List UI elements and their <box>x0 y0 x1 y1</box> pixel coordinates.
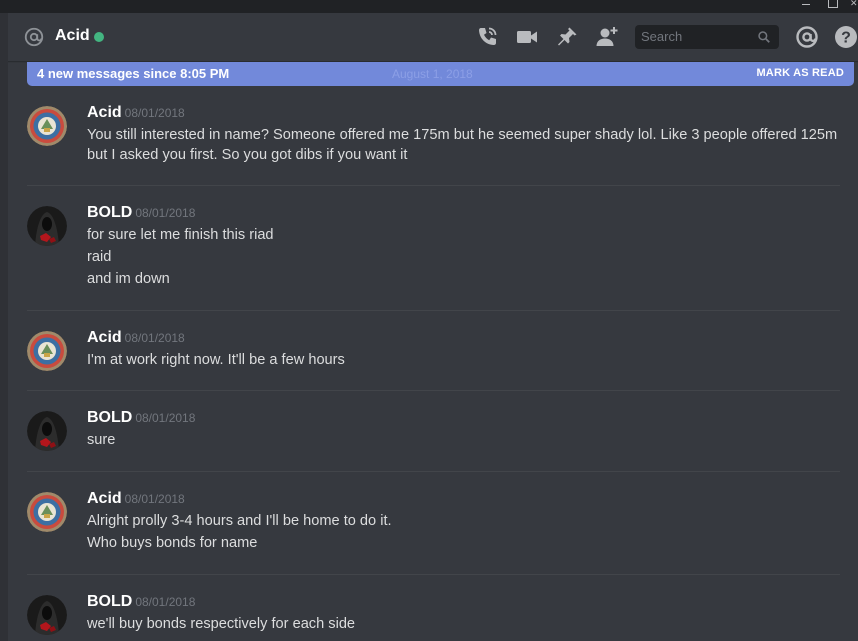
message-divider <box>27 471 840 472</box>
pin-icon[interactable] <box>555 25 579 49</box>
message-text: Alright prolly 3-4 hours and I'll be hom… <box>87 513 392 529</box>
message-timestamp: 08/01/2018 <box>135 411 196 425</box>
message-timestamp: 08/01/2018 <box>124 106 185 120</box>
new-messages-text: 4 new messages since 8:05 PM <box>37 66 230 81</box>
message-divider <box>27 574 840 575</box>
help-icon[interactable]: ? <box>834 25 858 49</box>
message-author[interactable]: BOLD 08/01/2018 <box>87 593 195 611</box>
search-icon <box>758 31 770 43</box>
add-friend-icon[interactable] <box>595 25 619 49</box>
author-name[interactable]: BOLD <box>87 409 132 426</box>
author-name[interactable]: Acid <box>87 490 122 507</box>
message-text: but I asked you first. So you got dibs i… <box>87 147 408 163</box>
acid-avatar[interactable] <box>27 492 67 532</box>
message-author[interactable]: Acid 08/01/2018 <box>87 104 185 122</box>
message-divider <box>27 185 840 186</box>
message-timestamp: 08/01/2018 <box>124 331 185 345</box>
search-input[interactable]: Search <box>635 25 779 49</box>
channel-sidebar-edge <box>0 13 8 641</box>
video-icon[interactable] <box>515 25 539 49</box>
new-messages-bar[interactable]: 4 new messages since 8:05 PM August 1, 2… <box>27 62 854 86</box>
message-text: for sure let me finish this riad <box>87 227 274 243</box>
acid-avatar[interactable] <box>27 331 67 371</box>
author-name[interactable]: Acid <box>87 104 122 121</box>
bold-avatar[interactable] <box>27 411 67 451</box>
online-status-indicator <box>94 32 104 42</box>
message-timestamp: 08/01/2018 <box>124 492 185 506</box>
message-divider <box>27 310 840 311</box>
search-placeholder: Search <box>641 29 683 44</box>
svg-text:?: ? <box>841 30 851 47</box>
bold-avatar[interactable] <box>27 206 67 246</box>
window-titlebar <box>0 0 858 13</box>
mention-icon[interactable] <box>795 25 819 49</box>
minimize-button[interactable] <box>800 0 812 13</box>
message-timestamp: 08/01/2018 <box>135 595 196 609</box>
message-timestamp: 08/01/2018 <box>135 206 196 220</box>
message-text: I'm at work right now. It'll be a few ho… <box>87 352 345 368</box>
message-text: Who buys bonds for name <box>87 535 258 551</box>
message-author[interactable]: BOLD 08/01/2018 <box>87 409 195 427</box>
message-text: sure <box>87 432 116 448</box>
message-author[interactable]: Acid 08/01/2018 <box>87 329 185 347</box>
at-icon <box>24 27 44 47</box>
message-author[interactable]: Acid 08/01/2018 <box>87 490 185 508</box>
date-divider-text: August 1, 2018 <box>392 67 473 81</box>
message-text: we'll buy bonds respectively for each si… <box>87 616 356 632</box>
mark-as-read-button[interactable]: MARK AS READ <box>756 67 844 79</box>
message-divider <box>27 390 840 391</box>
maximize-button[interactable] <box>827 0 838 13</box>
dm-recipient-name: Acid <box>55 27 90 44</box>
message-text: You still interested in name? Someone of… <box>87 127 838 143</box>
bold-avatar[interactable] <box>27 595 67 635</box>
call-icon[interactable] <box>475 25 499 49</box>
author-name[interactable]: Acid <box>87 329 122 346</box>
message-text: and im down <box>87 271 170 287</box>
channel-header: Acid Search ? <box>8 13 858 61</box>
message-author[interactable]: BOLD 08/01/2018 <box>87 204 195 222</box>
close-window-button[interactable] <box>850 0 858 13</box>
message-text: raid <box>87 249 112 265</box>
acid-avatar[interactable] <box>27 106 67 146</box>
author-name[interactable]: BOLD <box>87 204 132 221</box>
author-name[interactable]: BOLD <box>87 593 132 610</box>
